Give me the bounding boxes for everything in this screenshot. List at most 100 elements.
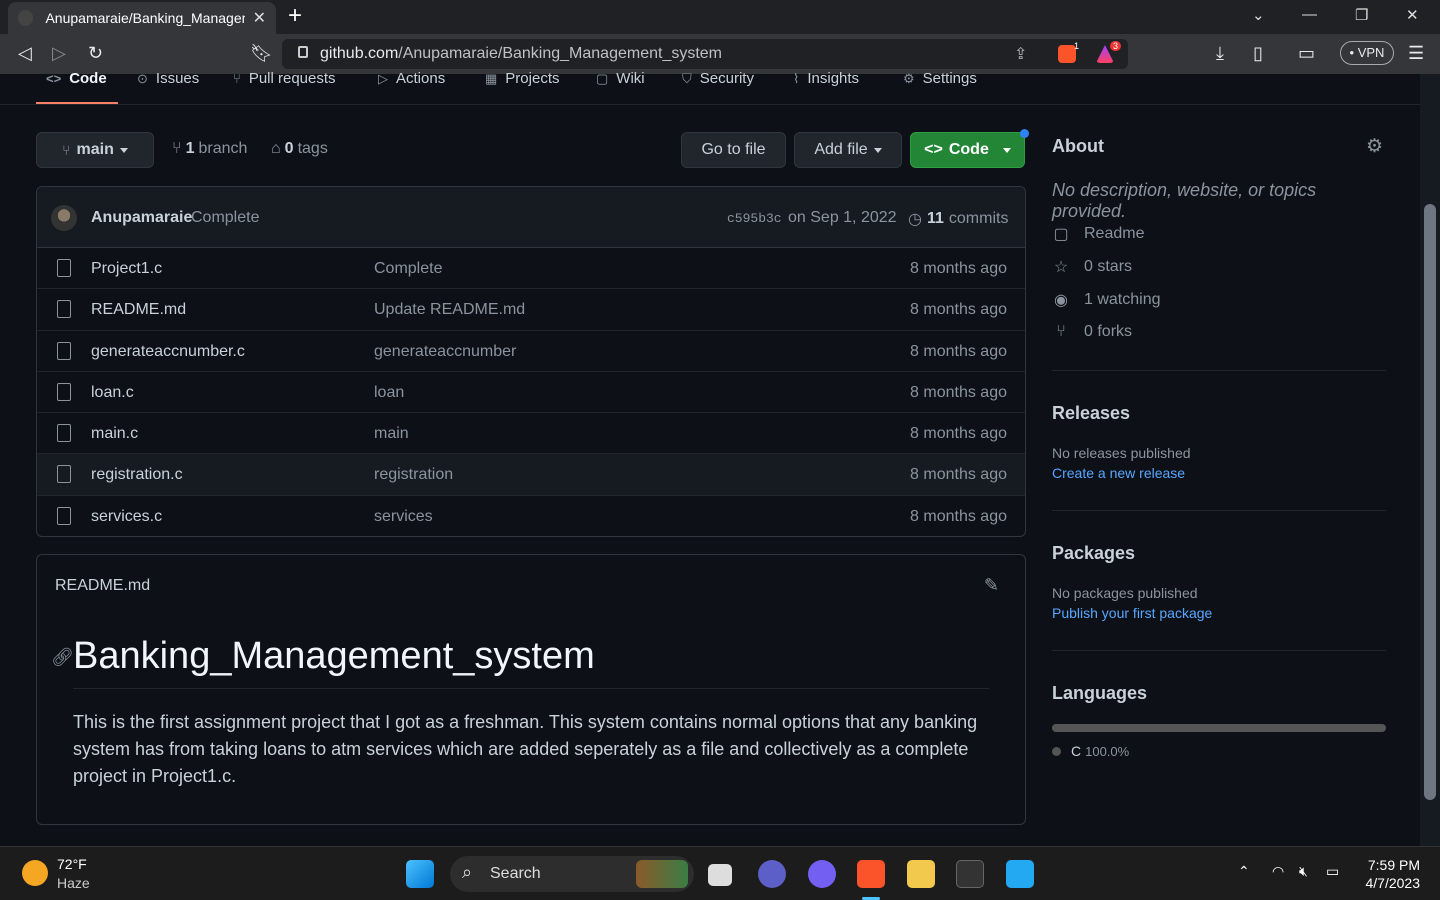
stars-link[interactable]: ☆ 0 stars xyxy=(1052,257,1132,277)
add-file-button[interactable]: Add file xyxy=(794,132,902,168)
book-icon: ▢ xyxy=(596,70,609,86)
wallet-icon[interactable]: ▭ xyxy=(1298,43,1315,63)
file-commit-message[interactable]: services xyxy=(374,508,433,526)
close-window-button[interactable]: ✕ xyxy=(1406,6,1419,24)
table-row[interactable]: registration.c registration 8 months ago xyxy=(37,454,1025,496)
brave-browser-icon[interactable] xyxy=(857,860,885,888)
file-commit-message[interactable]: main xyxy=(374,425,409,443)
avatar[interactable] xyxy=(51,205,77,231)
commit-message[interactable]: Complete xyxy=(191,209,259,227)
commit-date: on Sep 1, 2022 xyxy=(788,209,897,226)
file-age: 8 months ago xyxy=(910,342,1007,360)
file-name[interactable]: registration.c xyxy=(91,466,183,484)
readme-link[interactable]: ▢ Readme xyxy=(1052,224,1144,244)
tab-security[interactable]: ⛉ Security xyxy=(682,70,754,87)
minimize-button[interactable]: — xyxy=(1302,6,1317,23)
table-row[interactable]: Project1.c Complete 8 months ago xyxy=(37,248,1025,290)
table-row[interactable]: loan.c loan 8 months ago xyxy=(37,372,1025,414)
gear-icon[interactable]: ⚙ xyxy=(1366,135,1383,158)
download-icon[interactable]: ⤓ xyxy=(1216,43,1224,63)
file-name[interactable]: README.md xyxy=(91,301,186,319)
file-commit-message[interactable]: generateaccnumber xyxy=(374,343,516,361)
file-explorer-icon[interactable] xyxy=(907,860,935,888)
file-commit-message[interactable]: Update README.md xyxy=(374,301,525,319)
chat-icon[interactable] xyxy=(758,860,786,888)
file-commit-message[interactable]: loan xyxy=(374,384,404,402)
tab-issues[interactable]: ⊙ Issues xyxy=(137,70,199,87)
tab-actions[interactable]: ▷ Actions xyxy=(378,70,445,87)
taskbar-search[interactable]: ⌕ Search xyxy=(450,856,694,892)
go-to-file-button[interactable]: Go to file xyxy=(681,132,786,168)
table-row[interactable]: main.c main 8 months ago xyxy=(37,413,1025,455)
releases-title[interactable]: Releases xyxy=(1052,403,1130,424)
publish-package-link[interactable]: Publish your first package xyxy=(1052,605,1212,621)
file-name[interactable]: generateaccnumber.c xyxy=(91,343,245,361)
tab-title: Anupamaraie/Banking_Management_system xyxy=(45,10,244,26)
file-commit-message[interactable]: Complete xyxy=(374,260,442,278)
file-icon xyxy=(57,465,71,484)
sidebar-toggle-icon[interactable]: ▯ xyxy=(1253,43,1263,63)
table-row[interactable]: README.md Update README.md 8 months ago xyxy=(37,289,1025,331)
battery-icon[interactable]: ▭ xyxy=(1326,863,1339,880)
terminal-icon[interactable] xyxy=(956,860,984,888)
branch-select-button[interactable]: ⑂ main xyxy=(36,132,154,168)
tags-link[interactable]: ⌂ 0 tags xyxy=(271,140,328,158)
file-name[interactable]: main.c xyxy=(91,425,138,443)
share-icon[interactable]: ⇪ xyxy=(1014,44,1027,64)
commit-author[interactable]: Anupamaraie xyxy=(91,209,192,227)
restore-button[interactable]: ❐ xyxy=(1355,6,1368,24)
address-bar[interactable]: github.com/Anupamaraie/Banking_Managemen… xyxy=(282,39,1128,69)
tab-projects[interactable]: ▦ Projects xyxy=(485,70,559,87)
page-scrollbar[interactable] xyxy=(1420,74,1440,846)
viber-icon[interactable] xyxy=(808,860,836,888)
readme-heading: Banking_Management_system xyxy=(73,635,595,677)
back-button[interactable]: ◁ xyxy=(18,43,32,63)
watching-link[interactable]: ◉ 1 watching xyxy=(1052,290,1160,310)
task-view-icon[interactable] xyxy=(708,864,732,886)
reload-button[interactable]: ↻ xyxy=(88,43,103,63)
tab-wiki[interactable]: ▢ Wiki xyxy=(596,70,645,87)
link-icon[interactable]: 🔗︎ xyxy=(51,647,74,668)
volume-muted-icon[interactable]: 🔇︎ xyxy=(1299,863,1308,880)
weather-condition[interactable]: Haze xyxy=(57,875,90,891)
tab-search-chevron-icon[interactable]: ⌄ xyxy=(1252,6,1265,24)
language-dot xyxy=(1052,746,1061,756)
commits-link[interactable]: ◷ 11 commits xyxy=(908,209,1008,229)
commit-sha[interactable]: c595b3c xyxy=(727,211,782,226)
code-button[interactable]: <> Code xyxy=(910,132,1025,168)
branches-link[interactable]: ⑂ 1 branch xyxy=(172,140,247,158)
weather-sun-icon[interactable] xyxy=(22,860,48,886)
weather-temp[interactable]: 72°F xyxy=(57,856,87,872)
readme-file-label[interactable]: README.md xyxy=(55,577,150,595)
close-tab-icon[interactable]: ✕ xyxy=(253,8,266,28)
create-release-link[interactable]: Create a new release xyxy=(1052,465,1185,481)
language-item[interactable]: C 100.0% xyxy=(1052,743,1129,759)
packages-title[interactable]: Packages xyxy=(1052,543,1135,564)
vscode-icon[interactable] xyxy=(1006,860,1034,888)
tab-settings[interactable]: ⚙ Settings xyxy=(903,70,977,87)
file-name[interactable]: loan.c xyxy=(91,384,134,402)
windows-start-icon[interactable] xyxy=(406,860,434,888)
menu-icon[interactable]: ☰ xyxy=(1408,43,1424,63)
chevron-up-icon[interactable]: ⌃ xyxy=(1238,863,1250,880)
taskbar-clock[interactable]: 7:59 PM 4/7/2023 xyxy=(1366,856,1421,892)
scrollbar-thumb[interactable] xyxy=(1424,204,1436,800)
table-row[interactable]: services.c services 8 months ago xyxy=(37,496,1025,536)
bookmark-icon[interactable]: 🔖︎ xyxy=(250,43,273,63)
table-row[interactable]: generateaccnumber.c generateaccnumber 8 … xyxy=(37,331,1025,372)
file-name[interactable]: Project1.c xyxy=(91,260,162,278)
browser-toolbar: ◁ ▷ ↻ 🔖︎ github.com/Anupamaraie/Banking_… xyxy=(0,34,1440,74)
browser-tab[interactable]: Anupamaraie/Banking_Management_system ✕ xyxy=(8,2,276,34)
forks-link[interactable]: ⑂ 0 forks xyxy=(1052,323,1132,341)
pencil-icon[interactable]: ✎ xyxy=(984,575,999,596)
chevron-down-icon xyxy=(119,147,128,153)
vpn-button[interactable]: • VPN xyxy=(1340,41,1394,65)
new-tab-button[interactable]: + xyxy=(288,4,302,28)
wifi-icon[interactable]: ◠ xyxy=(1272,863,1284,880)
file-name[interactable]: services.c xyxy=(91,508,162,526)
file-commit-message[interactable]: registration xyxy=(374,466,453,484)
tab-insights[interactable]: ⌇ Insights xyxy=(793,70,859,87)
tab-code[interactable]: <> Code xyxy=(46,70,107,87)
forward-button[interactable]: ▷ xyxy=(52,43,66,63)
tab-pull-requests[interactable]: ⑂ Pull requests xyxy=(233,70,336,87)
